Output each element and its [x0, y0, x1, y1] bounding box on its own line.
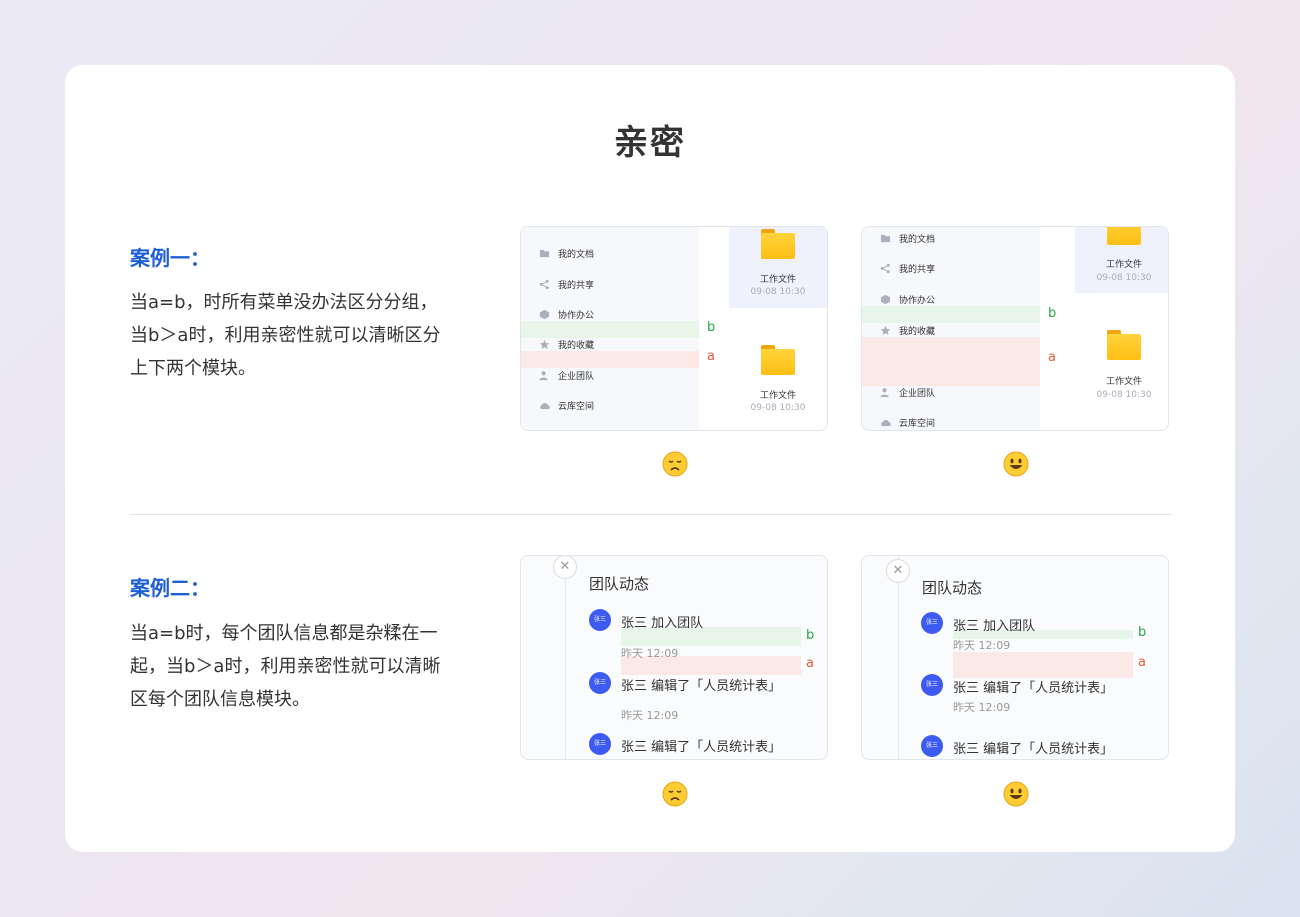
case1-title: 案例一：	[130, 246, 210, 270]
menu-item-label: 我的收藏	[899, 326, 936, 337]
menu-item-my-docs[interactable]: 我的文档	[539, 245, 594, 261]
star-icon	[880, 325, 891, 335]
file-name: 工作文件	[1105, 377, 1142, 387]
file-name: 工作文件	[1105, 260, 1142, 270]
file-date: 09-08 10:30	[1096, 273, 1152, 283]
avatar[interactable]: 张三	[921, 612, 943, 634]
label-a: a	[1138, 655, 1146, 670]
cloud-icon	[881, 419, 891, 426]
folder-icon	[539, 249, 550, 257]
activity-text: 张三 加入团队	[621, 616, 704, 631]
main-card: 亲密 案例一： 当a=b，时所有菜单没办法区分分组，当b＞a时，利用亲密性就可以…	[65, 65, 1235, 852]
cloud-icon	[540, 402, 550, 409]
file-name: 工作文件	[759, 275, 796, 285]
timeline-line	[898, 556, 899, 759]
label-b: b	[806, 628, 815, 643]
menu-item-my-share[interactable]: 我的共享	[539, 276, 594, 292]
happy-face-icon	[1003, 451, 1029, 477]
menu-item-label: 云库空间	[899, 418, 936, 429]
menu-item-label: 我的文档	[899, 234, 936, 245]
section-divider	[130, 514, 1171, 515]
file-name: 工作文件	[759, 391, 796, 401]
menu-item-favorites[interactable]: 我的收藏	[880, 322, 935, 338]
file-date: 09-08 10:30	[750, 403, 806, 413]
label-a: a	[707, 349, 715, 364]
menu-item-label: 我的文档	[558, 249, 595, 260]
menu-item-label: 企业团队	[899, 388, 936, 399]
avatar[interactable]: 张三	[589, 733, 611, 755]
activity-text: 张三 编辑了「人员统计表」	[953, 681, 1114, 696]
menu-item-collab[interactable]: 协作办公	[539, 306, 594, 322]
menu-item-label: 我的共享	[899, 264, 936, 275]
label-b: b	[1048, 306, 1057, 321]
activity-time: 昨天 12:09	[621, 709, 679, 722]
close-icon[interactable]: ✕	[886, 559, 910, 583]
gap-a-highlight	[953, 652, 1133, 678]
menu-item-label: 云库空间	[558, 401, 595, 412]
folder-icon[interactable]	[761, 345, 795, 375]
activity-text: 张三 编辑了「人员统计表」	[621, 740, 782, 755]
happy-face-icon	[1003, 781, 1029, 807]
activity-time: 昨天 12:09	[621, 647, 679, 660]
sad-face-icon	[662, 781, 688, 807]
team-icon	[880, 387, 889, 397]
label-a: a	[1048, 350, 1056, 365]
activity-text: 张三 编辑了「人员统计表」	[621, 679, 782, 694]
label-a: a	[806, 656, 814, 671]
case2-good-example-panel: ✕ 团队动态 b a 张三 张三 加入团队 昨天 12:09 张三 张三 编辑了…	[861, 555, 1169, 760]
cube-icon	[539, 309, 550, 319]
folder-icon	[1107, 227, 1141, 245]
menu-item-label: 协作办公	[899, 295, 936, 306]
folder-icon	[880, 234, 891, 242]
menu-item-my-docs[interactable]: 我的文档	[880, 230, 935, 246]
avatar[interactable]: 张三	[921, 735, 943, 757]
panel-heading: 团队动态	[589, 575, 650, 593]
case2-bad-example-panel: ✕ 团队动态 b a 张三 张三 加入团队 昨天 12:09 张三 张三 编辑了…	[520, 555, 828, 760]
menu-item-label: 企业团队	[558, 371, 595, 382]
case1-bad-example-panel: 我的文档 我的共享 协作办公 我的收藏 企业团队 云库空间 b a 工作文件 0…	[520, 226, 828, 431]
cube-icon	[880, 294, 891, 304]
menu-item-my-share[interactable]: 我的共享	[880, 260, 935, 276]
gap-b-highlight	[862, 306, 1040, 323]
sad-face-icon	[662, 451, 688, 477]
gap-a-highlight	[862, 337, 1040, 386]
share-icon	[880, 263, 890, 273]
menu-item-label: 我的共享	[558, 280, 595, 291]
timeline-line	[565, 556, 566, 759]
activity-text: 张三 编辑了「人员统计表」	[953, 742, 1114, 757]
activity-time: 昨天 12:09	[953, 639, 1011, 652]
file-date: 09-08 10:30	[750, 287, 806, 297]
case2-description: 当a=b时，每个团队信息都是杂糅在一起，当b＞a时，利用亲密性就可以清晰区每个团…	[130, 623, 441, 710]
label-b: b	[1138, 625, 1147, 640]
page-title: 亲密	[614, 123, 686, 163]
share-icon	[539, 279, 549, 289]
star-icon	[539, 339, 550, 349]
label-b: b	[707, 320, 716, 335]
gap-a-highlight	[521, 351, 699, 368]
menu-item-label: 协作办公	[558, 310, 595, 321]
activity-time: 昨天 12:09	[953, 701, 1011, 714]
close-icon[interactable]: ✕	[553, 556, 577, 579]
menu-item-label: 我的收藏	[558, 340, 595, 351]
avatar[interactable]: 张三	[921, 674, 943, 696]
file-date: 09-08 10:30	[1096, 390, 1152, 400]
menu-item-favorites[interactable]: 我的收藏	[539, 336, 594, 352]
case2-title: 案例二：	[130, 576, 210, 600]
menu-item-cloud[interactable]: 云库空间	[880, 414, 935, 430]
avatar[interactable]: 张三	[589, 609, 611, 631]
team-icon	[539, 370, 548, 380]
menu-item-cloud[interactable]: 云库空间	[539, 397, 594, 413]
menu-item-team[interactable]: 企业团队	[539, 367, 594, 383]
case1-good-example-panel: 我的文档 我的共享 协作办公 我的收藏 企业团队 云库空间 b a 工作文件 0…	[861, 226, 1169, 431]
menu-item-collab[interactable]: 协作办公	[880, 291, 935, 307]
panel-heading: 团队动态	[922, 579, 983, 597]
case1-description: 当a=b，时所有菜单没办法区分分组，当b＞a时，利用亲密性就可以清晰区分上下两个…	[130, 292, 441, 379]
menu-item-team[interactable]: 企业团队	[880, 384, 935, 400]
activity-text: 张三 加入团队	[953, 619, 1036, 634]
folder-icon	[761, 229, 795, 259]
folder-icon[interactable]	[1107, 330, 1141, 360]
avatar[interactable]: 张三	[589, 672, 611, 694]
